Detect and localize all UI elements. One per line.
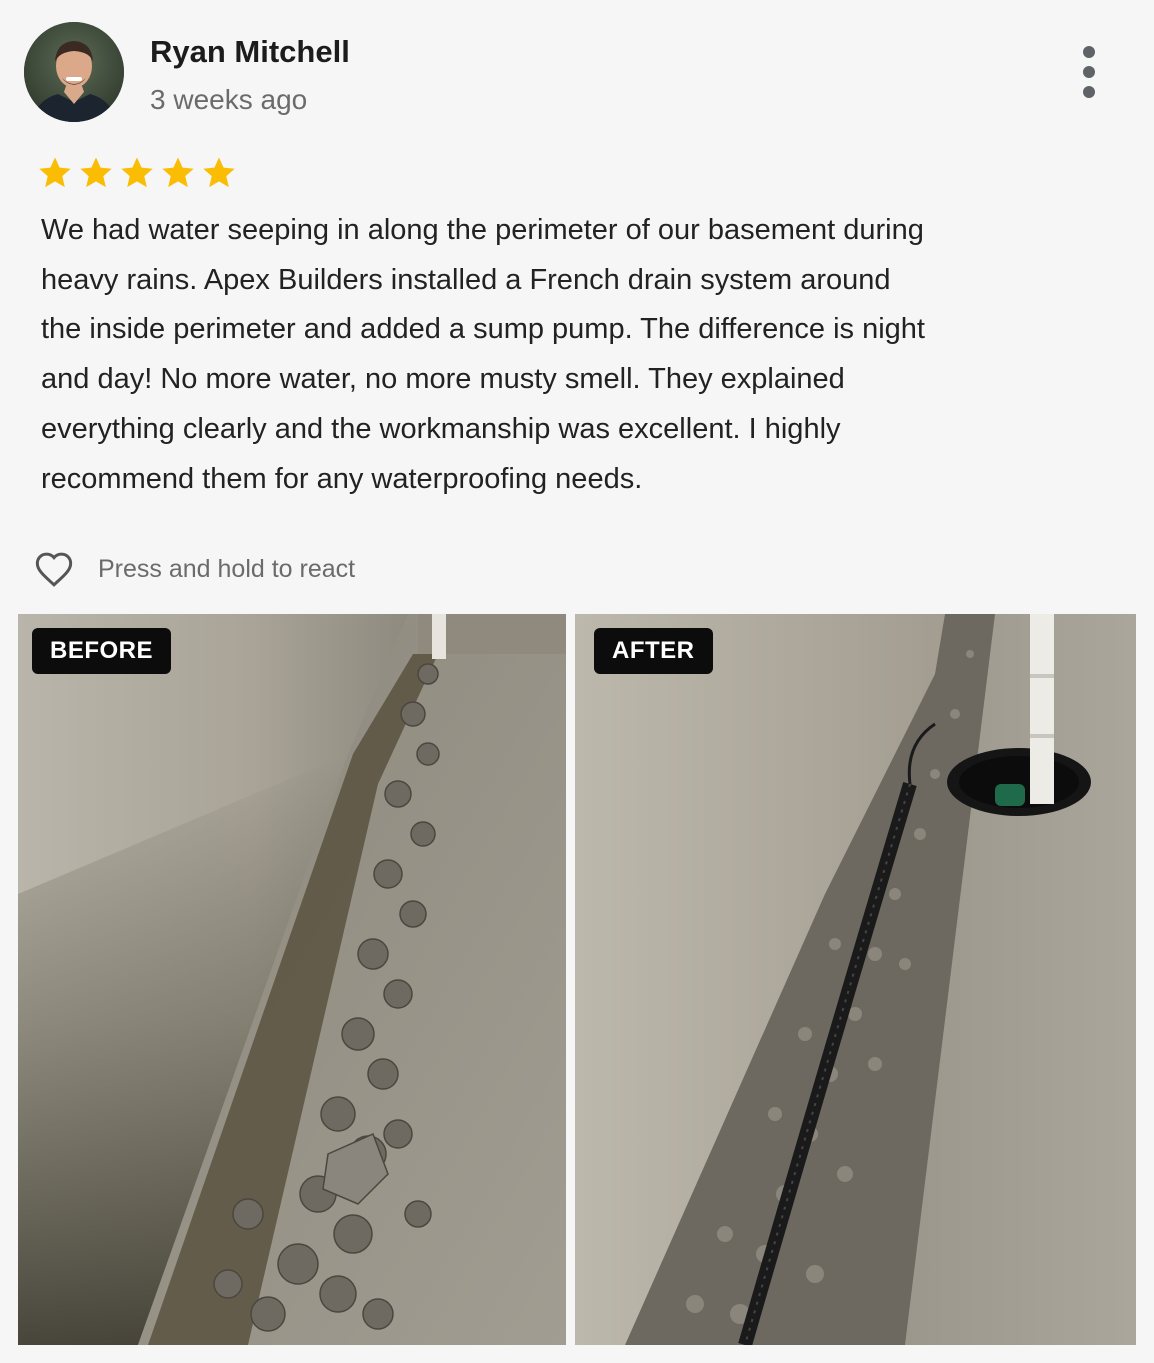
react-label: Press and hold to react <box>98 554 356 583</box>
star-icon <box>203 157 235 188</box>
review-text-line: We had water seeping in along the perime… <box>41 214 924 246</box>
review-text-line: recommend them for any waterproofing nee… <box>41 462 643 495</box>
review-text-line: the inside perimeter and added a sump pu… <box>41 313 925 346</box>
review-timestamp: 3 weeks ago <box>150 84 308 115</box>
review-text: We had water seeping in along the perime… <box>41 206 1041 504</box>
reviewer-name[interactable]: Ryan Mitchell <box>150 34 350 70</box>
star-icon <box>80 157 112 188</box>
heart-outline-icon <box>35 552 73 587</box>
more-options-button[interactable] <box>1074 46 1104 98</box>
star-icon <box>121 157 153 188</box>
react-button[interactable]: Press and hold to react <box>34 550 355 588</box>
star-rating <box>36 154 238 192</box>
star-icon <box>162 157 194 188</box>
review-text-line: and day! No more water, no more musty sm… <box>41 363 845 396</box>
review-text-line: everything clearly and the workmanship w… <box>41 412 841 445</box>
before-label: BEFORE <box>32 628 172 674</box>
review-text-line: heavy rains. Apex Builders installed a F… <box>41 263 891 296</box>
avatar[interactable] <box>24 22 124 122</box>
star-icon <box>39 157 71 188</box>
after-photo[interactable]: AFTER <box>575 614 1136 1345</box>
after-label: AFTER <box>594 628 713 674</box>
more-vert-icon <box>1083 46 1095 58</box>
before-photo[interactable]: BEFORE <box>18 614 566 1345</box>
